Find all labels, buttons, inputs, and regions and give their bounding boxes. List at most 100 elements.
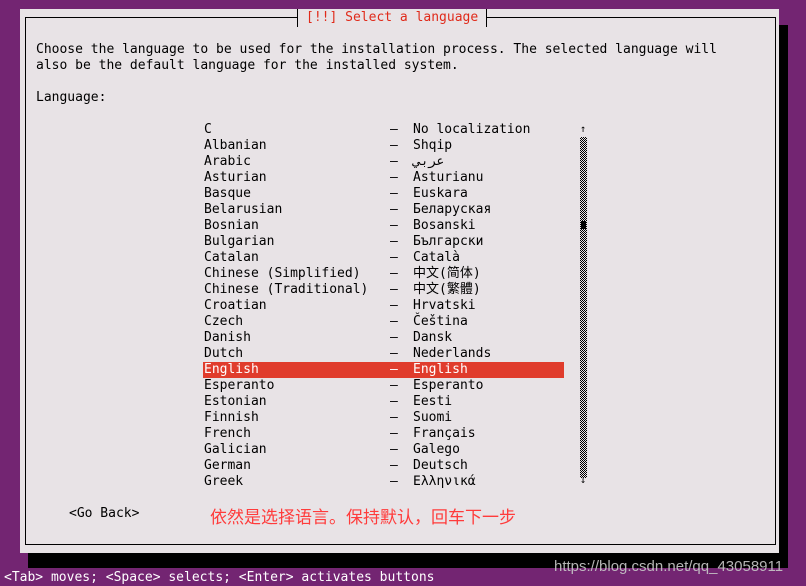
language-native-name: English — [413, 362, 468, 377]
language-native-name: Esperanto — [413, 378, 484, 393]
language-option[interactable]: Asturian – Asturianu — [203, 170, 564, 186]
language-name: German — [204, 458, 251, 473]
language-name: French — [204, 426, 251, 441]
language-native-name: Беларуская — [413, 202, 492, 217]
language-name: Basque — [204, 186, 251, 201]
language-option[interactable]: Belarusian – Беларуская — [203, 202, 564, 218]
language-option[interactable]: Czech – Čeština — [203, 314, 564, 330]
separator: – — [390, 362, 398, 377]
language-name: Asturian — [204, 170, 267, 185]
language-option[interactable]: Catalan – Català — [203, 250, 564, 266]
separator: – — [390, 138, 398, 153]
separator: – — [390, 282, 398, 297]
separator: – — [390, 202, 398, 217]
language-option[interactable]: English – English — [203, 362, 564, 378]
language-option[interactable]: Estonian – Eesti — [203, 394, 564, 410]
language-name: Dutch — [204, 346, 244, 361]
dialog-shadow — [779, 25, 788, 568]
language-option[interactable]: Esperanto – Esperanto — [203, 378, 564, 394]
separator: – — [390, 170, 398, 185]
language-option[interactable]: Basque – Euskara — [203, 186, 564, 202]
language-name: Chinese (Simplified) — [204, 266, 361, 281]
language-name: Finnish — [204, 410, 259, 425]
scrollbar[interactable] — [580, 137, 587, 478]
separator: – — [390, 442, 398, 457]
language-native-name: Nederlands — [413, 346, 492, 361]
language-name: English — [204, 362, 259, 377]
language-name: Chinese (Traditional) — [204, 282, 369, 297]
footer-help: <Tab> moves; <Space> selects; <Enter> ac… — [4, 570, 435, 585]
language-name: Greek — [204, 474, 244, 489]
separator: – — [390, 266, 398, 281]
language-name: Czech — [204, 314, 244, 329]
description-line-2: also be the default language for the ins… — [36, 58, 459, 73]
language-native-name: عربي — [413, 154, 445, 169]
scrollbar-thumb[interactable] — [581, 221, 586, 229]
separator: – — [390, 234, 398, 249]
scroll-up-icon[interactable]: ↑ — [578, 125, 588, 135]
language-native-name: Ελληνικά — [413, 474, 476, 489]
language-native-name: No localization — [413, 122, 531, 137]
language-name: Catalan — [204, 250, 259, 265]
language-option[interactable]: Chinese (Traditional) – 中文(繁體) — [203, 282, 564, 298]
language-native-name: Bosanski — [413, 218, 476, 233]
separator: – — [390, 330, 398, 345]
separator: – — [390, 474, 398, 489]
language-option[interactable]: Chinese (Simplified) – 中文(简体) — [203, 266, 564, 282]
language-option[interactable]: Croatian – Hrvatski — [203, 298, 564, 314]
language-name: Arabic — [204, 154, 251, 169]
language-option[interactable]: Bulgarian – Български — [203, 234, 564, 250]
language-name: Estonian — [204, 394, 267, 409]
language-name: Albanian — [204, 138, 267, 153]
language-native-name: Français — [413, 426, 476, 441]
language-label: Language: — [36, 90, 107, 105]
language-native-name: Български — [413, 234, 484, 249]
scroll-down-icon[interactable]: ↓ — [578, 476, 588, 486]
language-name: Croatian — [204, 298, 267, 313]
language-name: Bosnian — [204, 218, 259, 233]
language-option[interactable]: Dutch – Nederlands — [203, 346, 564, 362]
language-native-name: Català — [413, 250, 460, 265]
language-option[interactable]: Albanian – Shqip — [203, 138, 564, 154]
language-option[interactable]: Greek – Ελληνικά — [203, 474, 564, 490]
annotation-text: 依然是选择语言。保持默认，回车下一步 — [210, 508, 516, 528]
separator: – — [390, 250, 398, 265]
language-native-name: 中文(繁體) — [413, 282, 481, 297]
watermark: https://blog.csdn.net/qq_43058911 — [554, 558, 784, 575]
language-option[interactable]: Bosnian – Bosanski — [203, 218, 564, 234]
language-native-name: Shqip — [413, 138, 453, 153]
separator: – — [390, 458, 398, 473]
language-native-name: Galego — [413, 442, 460, 457]
language-option[interactable]: French – Français — [203, 426, 564, 442]
go-back-button[interactable]: <Go Back> — [69, 506, 139, 522]
language-name: C — [204, 122, 212, 137]
language-option[interactable]: Galician – Galego — [203, 442, 564, 458]
separator: – — [390, 298, 398, 313]
separator: – — [390, 426, 398, 441]
separator: – — [390, 346, 398, 361]
language-name: Esperanto — [204, 378, 275, 393]
language-native-name: Euskara — [413, 186, 468, 201]
language-name: Danish — [204, 330, 251, 345]
separator: – — [390, 218, 398, 233]
language-option[interactable]: Finnish – Suomi — [203, 410, 564, 426]
separator: – — [390, 122, 398, 137]
separator: – — [390, 378, 398, 393]
language-option[interactable]: Arabic – عربي — [203, 154, 564, 170]
separator: – — [390, 154, 398, 169]
separator: – — [390, 314, 398, 329]
language-native-name: Dansk — [413, 330, 453, 345]
language-native-name: Deutsch — [413, 458, 468, 473]
language-native-name: Suomi — [413, 410, 453, 425]
language-option[interactable]: Danish – Dansk — [203, 330, 564, 346]
language-option[interactable]: German – Deutsch — [203, 458, 564, 474]
separator: – — [390, 394, 398, 409]
language-native-name: 中文(简体) — [413, 266, 481, 281]
language-native-name: Eesti — [413, 394, 453, 409]
language-name: Belarusian — [204, 202, 283, 217]
language-native-name: Asturianu — [413, 170, 484, 185]
language-name: Bulgarian — [204, 234, 275, 249]
language-dialog: [!!] Select a language Choose the langua… — [20, 9, 779, 553]
language-native-name: Hrvatski — [413, 298, 476, 313]
language-option[interactable]: C – No localization — [203, 122, 564, 138]
